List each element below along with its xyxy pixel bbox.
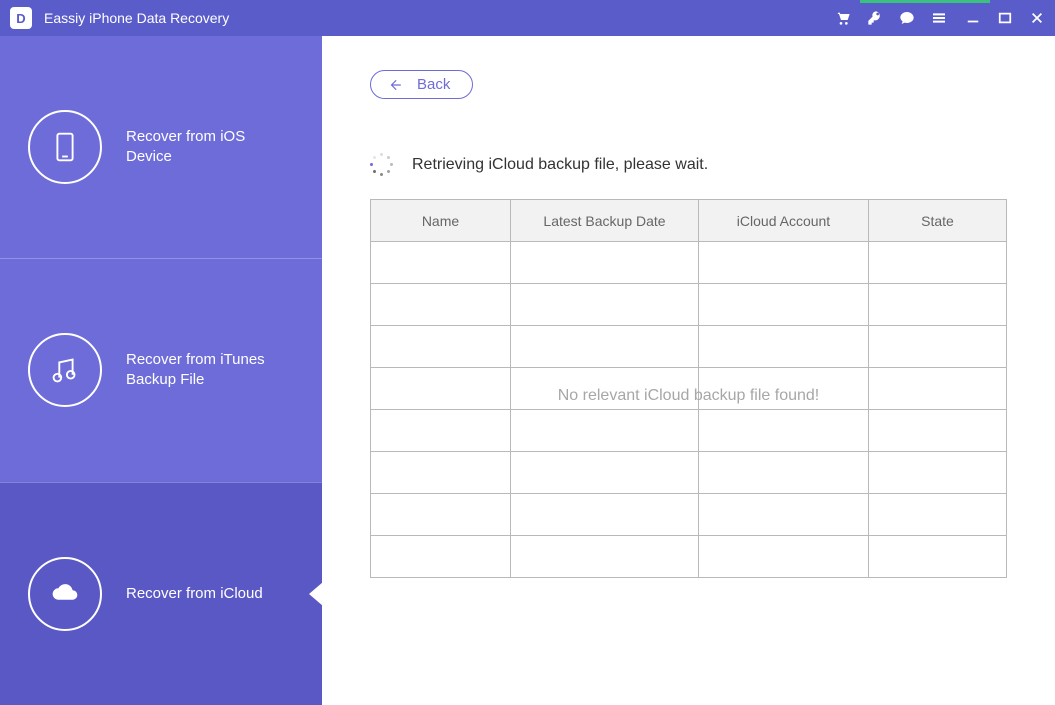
status-text: Retrieving iCloud backup file, please wa…	[412, 156, 708, 174]
maximize-button[interactable]	[997, 10, 1013, 26]
sidebar-item-ios-device[interactable]: Recover from iOS Device	[0, 36, 322, 258]
cart-icon[interactable]	[835, 10, 851, 26]
table-row	[371, 536, 1007, 578]
col-latest-backup-date: Latest Backup Date	[511, 200, 699, 242]
title-bar: D Eassiy iPhone Data Recovery	[0, 0, 1055, 36]
sidebar: Recover from iOS Device Recover from iTu…	[0, 36, 322, 705]
app-logo: D	[10, 7, 32, 29]
sidebar-item-label: Recover from iCloud	[126, 584, 263, 604]
close-button[interactable]	[1029, 10, 1045, 26]
menu-icon[interactable]	[931, 10, 947, 26]
sidebar-item-icloud[interactable]: Recover from iCloud	[0, 482, 322, 705]
status-row: Retrieving iCloud backup file, please wa…	[370, 153, 1007, 177]
table-row	[371, 494, 1007, 536]
titlebar-actions	[835, 10, 947, 26]
sidebar-item-itunes-backup[interactable]: Recover from iTunes Backup File	[0, 258, 322, 481]
chat-icon[interactable]	[899, 10, 915, 26]
accent-strip	[860, 0, 990, 3]
sidebar-item-label: Recover from iOS Device	[126, 127, 286, 168]
phone-icon	[28, 110, 102, 184]
table-row	[371, 368, 1007, 410]
col-name: Name	[371, 200, 511, 242]
table-row	[371, 452, 1007, 494]
cloud-icon	[28, 557, 102, 631]
table-header-row: Name Latest Backup Date iCloud Account S…	[371, 200, 1007, 242]
col-icloud-account: iCloud Account	[699, 200, 869, 242]
table-row	[371, 410, 1007, 452]
back-button[interactable]: Back	[370, 70, 473, 99]
content-area: Back Retrieving iCloud backup file, plea…	[322, 36, 1055, 705]
app-title: Eassiy iPhone Data Recovery	[44, 10, 229, 26]
table-row	[371, 242, 1007, 284]
minimize-button[interactable]	[965, 10, 981, 26]
table-row	[371, 326, 1007, 368]
key-icon[interactable]	[867, 10, 883, 26]
col-state: State	[869, 200, 1007, 242]
back-button-label: Back	[417, 76, 450, 93]
backup-table: Name Latest Backup Date iCloud Account S…	[370, 199, 1007, 578]
sidebar-item-label: Recover from iTunes Backup File	[126, 350, 286, 391]
music-note-icon	[28, 333, 102, 407]
loading-spinner-icon	[370, 153, 394, 177]
table-row	[371, 284, 1007, 326]
